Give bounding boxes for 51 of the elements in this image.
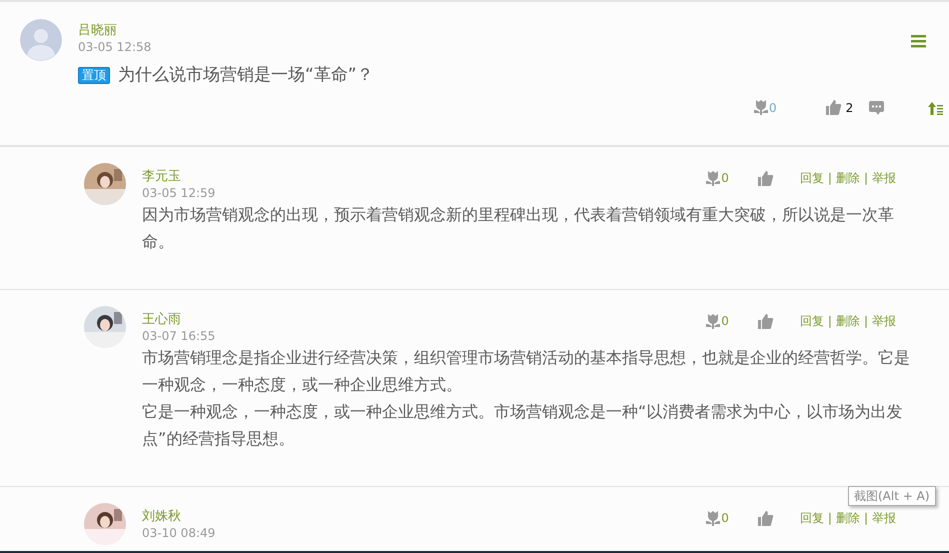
reply-text: 因为市场营销观念的出现，预示着营销观念新的里程碑出现，代表着营销领域有重大突破，所以说是一次革命。 <box>142 204 895 253</box>
flower-icon <box>753 99 769 116</box>
thumbs-up-icon <box>824 99 842 116</box>
flower-count: 0 <box>721 510 729 527</box>
action-link[interactable]: 举报 <box>872 169 896 187</box>
author-name: 刘姝秋 <box>142 509 182 525</box>
thumbs-up-icon[interactable] <box>756 312 774 330</box>
author-name: 王心雨 <box>142 312 182 328</box>
post-title: 为什么说市场营销是一场“革命”？ <box>118 64 374 87</box>
reply-text: 市场营销理念是指企业进行经营决策，组织管理市场营销活动的基本指导思想，也就是企业的经营哲学。它是一种观念，一种态度，或一种企业思维方式。 <box>142 347 911 396</box>
flower-button[interactable]: 0 <box>705 312 729 330</box>
action-link[interactable]: 删除 <box>836 169 860 187</box>
action-link[interactable]: 回复 <box>800 169 824 187</box>
flower-button[interactable]: 0 <box>705 169 729 187</box>
reply-time: 03-07 16:55 <box>142 328 216 344</box>
reply-text: 它是一种观念，一种态度，或一种企业思维方式。市场营销观念是一种“以消费者需求为中心，以市场为出发点”的经营指导思想。 <box>142 401 904 450</box>
action-link[interactable]: 删除 <box>836 509 860 527</box>
action-link[interactable]: 举报 <box>872 312 896 330</box>
flower-button[interactable]: 0 <box>705 509 729 527</box>
action-link[interactable]: 回复 <box>800 509 824 527</box>
author-name: 李元玉 <box>142 169 182 185</box>
action-link[interactable]: 删除 <box>836 312 860 330</box>
separator: | <box>862 170 869 187</box>
flower-icon <box>705 312 722 330</box>
action-link[interactable]: 回复 <box>800 312 824 330</box>
like-count: 2 <box>846 100 854 116</box>
sort-up-icon[interactable] <box>928 100 944 114</box>
separator: | <box>862 313 869 330</box>
tooltip: 截图(Alt + A) <box>848 486 936 506</box>
flower-icon <box>705 510 722 526</box>
action-link[interactable]: 举报 <box>872 509 896 527</box>
flower-count: 0 <box>721 313 729 330</box>
reply-time: 03-10 08:49 <box>142 525 216 541</box>
separator: | <box>826 170 833 187</box>
thumbs-up-icon[interactable] <box>756 510 774 526</box>
author-name: 吕晓丽 <box>78 23 117 39</box>
flower-count: 0 <box>769 100 777 116</box>
flower-button[interactable]: 0 <box>753 98 777 116</box>
comment-icon[interactable] <box>869 100 884 115</box>
pinned-badge: 置顶 <box>78 67 110 84</box>
post-time: 03-05 12:58 <box>78 39 152 55</box>
menu-icon[interactable] <box>911 35 926 48</box>
separator: | <box>826 313 833 330</box>
separator: | <box>862 510 869 527</box>
separator: | <box>826 510 833 527</box>
flower-icon <box>705 170 722 186</box>
thumbs-up-icon[interactable] <box>756 170 774 186</box>
avatar-icon <box>20 19 62 61</box>
reply-time: 03-05 12:59 <box>142 185 216 201</box>
like-button[interactable]: 2 <box>824 98 854 116</box>
flower-count: 0 <box>721 170 729 187</box>
